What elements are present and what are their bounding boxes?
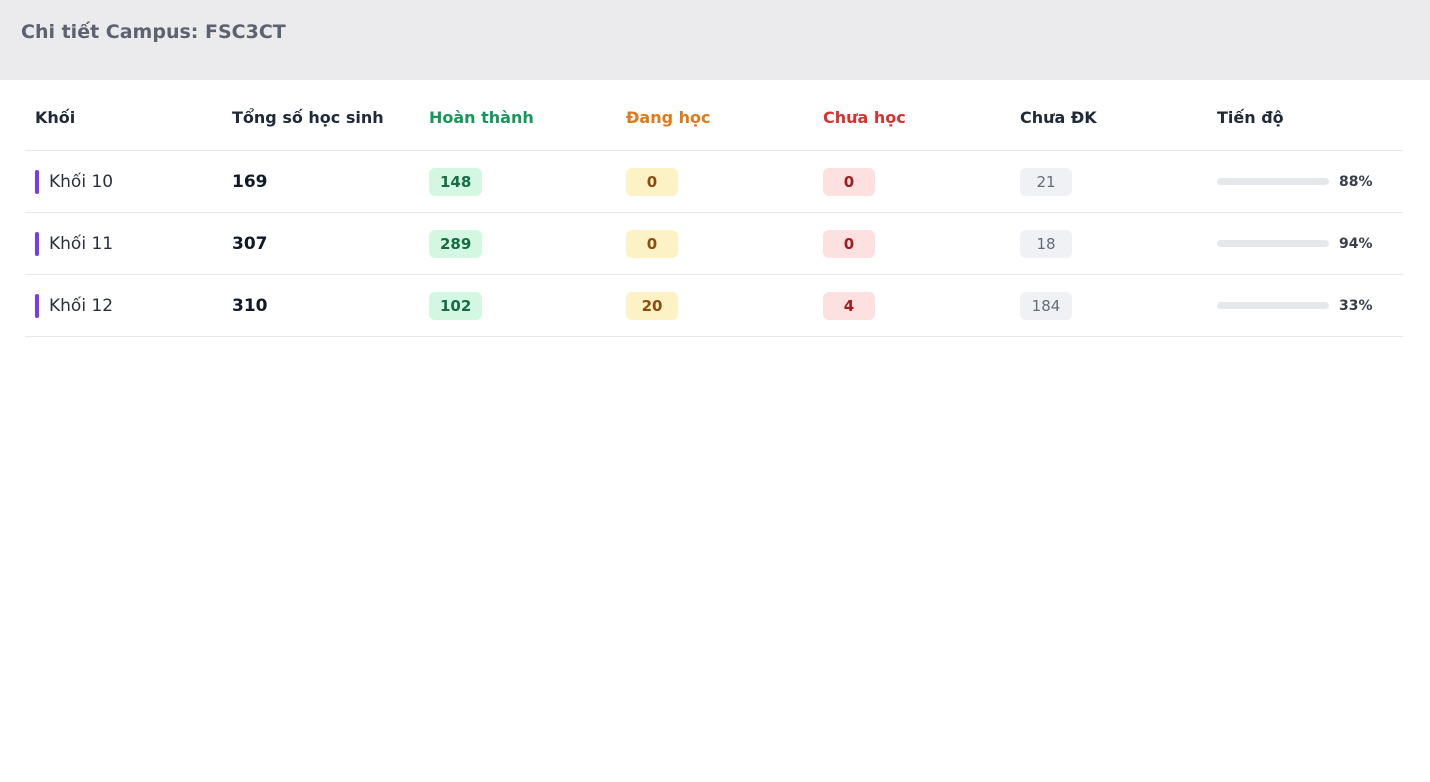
column-header-unregistered: Chưa ĐK — [1020, 107, 1097, 127]
column-header-progress: Tiến độ — [1217, 107, 1284, 127]
column-header-studying: Đang học — [626, 107, 711, 127]
total-students: 310 — [232, 295, 268, 316]
grade-cell: Khối 11 — [35, 231, 114, 256]
grade-label: Khối 12 — [49, 295, 114, 316]
table-row[interactable]: Khối 12 310 102 20 4 184 33% — [25, 275, 1403, 337]
not-started-badge: 4 — [823, 291, 875, 320]
progress-indicator: 94% — [1217, 236, 1373, 252]
column-header-total: Tổng số học sinh — [232, 107, 384, 127]
studying-badge: 0 — [626, 229, 678, 258]
table-row[interactable]: Khối 11 307 289 0 0 18 94% — [25, 213, 1403, 275]
grade-marker — [35, 169, 39, 194]
progress-indicator: 33% — [1217, 298, 1373, 314]
grade-cell: Khối 10 — [35, 169, 114, 194]
progress-percent: 88% — [1339, 173, 1373, 190]
progress-track — [1217, 302, 1329, 309]
studying-badge: 20 — [626, 291, 678, 320]
page-title: Chi tiết Campus: FSC3CT — [21, 21, 286, 43]
not-started-badge: 0 — [823, 167, 875, 196]
grade-marker — [35, 293, 39, 318]
campus-detail-table: Khối Tổng số học sinh Hoàn thành Đang họ… — [0, 80, 1430, 337]
grade-marker — [35, 231, 39, 256]
studying-badge: 0 — [626, 167, 678, 196]
progress-track — [1217, 178, 1329, 185]
unregistered-badge: 18 — [1020, 229, 1072, 258]
completed-badge: 102 — [429, 291, 483, 320]
column-header-grade: Khối — [35, 107, 76, 127]
progress-indicator: 88% — [1217, 174, 1373, 190]
unregistered-badge: 21 — [1020, 167, 1072, 196]
total-students: 169 — [232, 171, 268, 192]
column-header-not-started: Chưa học — [823, 107, 906, 127]
completed-badge: 148 — [429, 167, 483, 196]
table-row[interactable]: Khối 10 169 148 0 0 21 88% — [25, 151, 1403, 213]
table-header-row: Khối Tổng số học sinh Hoàn thành Đang họ… — [25, 80, 1403, 151]
grade-label: Khối 10 — [49, 171, 114, 192]
not-started-badge: 0 — [823, 229, 875, 258]
progress-percent: 94% — [1339, 235, 1373, 252]
grade-label: Khối 11 — [49, 233, 114, 254]
total-students: 307 — [232, 233, 268, 254]
completed-badge: 289 — [429, 229, 483, 258]
column-header-completed: Hoàn thành — [429, 107, 534, 127]
page-header: Chi tiết Campus: FSC3CT — [0, 0, 1430, 80]
unregistered-badge: 184 — [1020, 291, 1072, 320]
progress-percent: 33% — [1339, 297, 1373, 314]
progress-track — [1217, 240, 1329, 247]
grade-cell: Khối 12 — [35, 293, 114, 318]
